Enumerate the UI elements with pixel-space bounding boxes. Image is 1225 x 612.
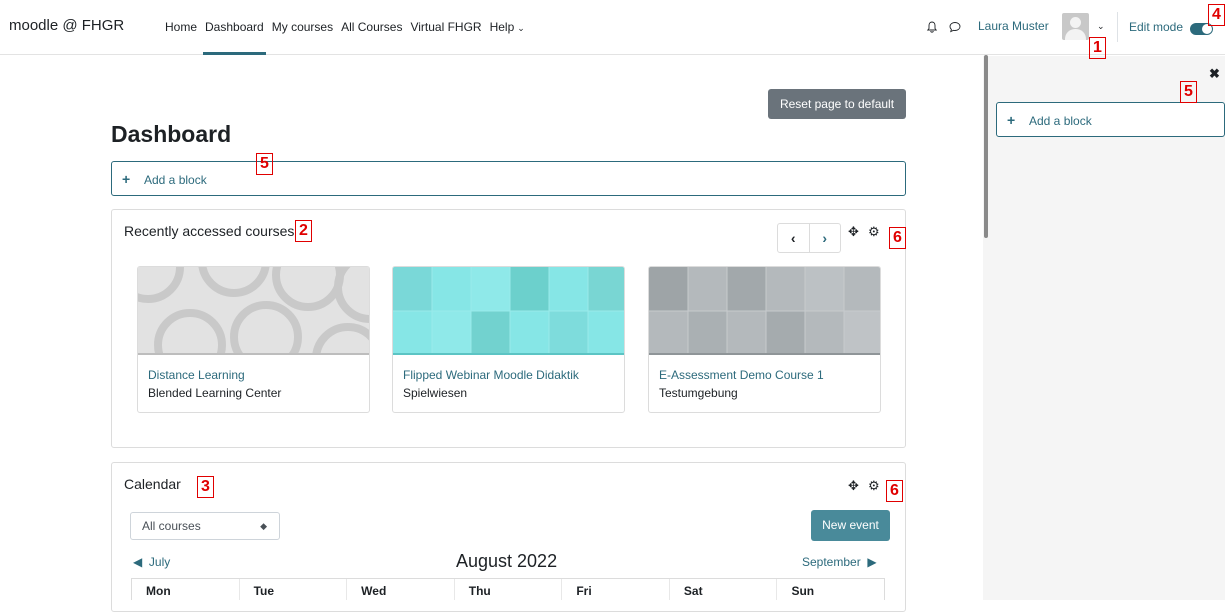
block-drawer <box>983 56 1225 600</box>
add-block-label: Add a block <box>144 173 207 187</box>
select-arrows-icon: ◆ <box>260 521 267 531</box>
reset-page-button[interactable]: Reset page to default <box>768 89 906 119</box>
avatar[interactable] <box>1062 13 1089 40</box>
calendar-title: Calendar <box>124 476 181 492</box>
navbar-divider <box>1117 12 1118 42</box>
chat-bubble-icon[interactable] <box>949 21 961 33</box>
user-name[interactable]: Laura Muster <box>978 19 1049 33</box>
nav-home[interactable]: Home <box>161 0 201 55</box>
recent-courses-title: Recently accessed courses <box>124 223 295 239</box>
gear-icon[interactable]: ⚙ <box>868 224 880 240</box>
callout-marker: 4 <box>1208 4 1225 26</box>
arrow-left-icon: ◀ <box>133 555 143 569</box>
course-filter-select[interactable]: All courses ◆ <box>130 512 280 540</box>
nav-my-courses-label: My courses <box>271 20 334 34</box>
primary-navigation: Home Dashboard My courses All Courses Vi… <box>161 0 529 55</box>
nav-home-label: Home <box>165 20 198 34</box>
course-card[interactable]: Distance Learning Blended Learning Cente… <box>137 266 370 413</box>
callout-marker: 5 <box>1180 81 1197 103</box>
callout-marker: 6 <box>889 227 906 249</box>
callout-marker: 5 <box>256 153 273 175</box>
prev-month-label: July <box>148 555 171 569</box>
weekday-label: Wed <box>346 579 454 600</box>
callout-marker: 2 <box>295 220 312 242</box>
arrow-right-icon: ▶ <box>867 555 877 569</box>
callout-marker: 6 <box>886 480 903 502</box>
chevron-down-icon: ⌄ <box>517 23 525 33</box>
next-month-link[interactable]: September ▶ <box>802 555 877 569</box>
course-image <box>138 267 369 355</box>
weekday-label: Mon <box>131 579 239 600</box>
nav-my-courses[interactable]: My courses <box>268 0 337 55</box>
weekday-label: Sun <box>776 579 886 600</box>
nav-dashboard[interactable]: Dashboard <box>201 0 268 55</box>
course-filter-value: All courses <box>142 519 201 533</box>
course-image <box>649 267 880 355</box>
weekday-label: Fri <box>561 579 669 600</box>
plus-icon: + <box>1007 112 1016 128</box>
course-card[interactable]: E-Assessment Demo Course 1 Testumgebung <box>648 266 881 413</box>
course-name[interactable]: Flipped Webinar Moodle Didaktik <box>403 368 579 382</box>
nav-help[interactable]: Help ⌄ <box>486 0 529 55</box>
course-category: Blended Learning Center <box>148 386 282 400</box>
weekday-label: Thu <box>453 579 562 600</box>
next-month-label: September <box>802 555 861 569</box>
chevron-right-icon[interactable]: › <box>808 224 841 252</box>
weekday-label: Tue <box>238 579 347 600</box>
callout-marker: 3 <box>197 476 214 498</box>
move-icon[interactable]: ✥ <box>848 224 859 240</box>
site-brand[interactable]: moodle @ FHGR <box>9 17 124 34</box>
scrollbar[interactable] <box>984 55 988 238</box>
chevron-left-icon[interactable]: ‹ <box>778 224 809 252</box>
close-drawer-icon[interactable]: ✖ <box>1209 66 1220 82</box>
drawer-add-block-label: Add a block <box>1029 114 1092 128</box>
add-block-button[interactable]: + Add a block <box>111 161 906 196</box>
nav-all-courses-label: All Courses <box>341 20 403 34</box>
drawer-add-block-button[interactable]: + Add a block <box>996 102 1225 137</box>
nav-virtual-fhgr-label: Virtual FHGR <box>410 20 482 34</box>
page-title: Dashboard <box>111 121 232 147</box>
bell-icon[interactable] <box>926 21 938 33</box>
course-pager: ‹ › <box>777 223 841 253</box>
course-name[interactable]: E-Assessment Demo Course 1 <box>659 368 824 382</box>
plus-icon: + <box>122 171 131 187</box>
user-menu-chevron-icon[interactable]: ⌄ <box>1097 21 1105 32</box>
nav-help-label: Help <box>489 20 515 34</box>
callout-marker: 1 <box>1089 37 1106 59</box>
weekday-label: Sat <box>668 579 777 600</box>
current-month: August 2022 <box>456 551 558 571</box>
calendar-weekday-header: Mon Tue Wed Thu Fri Sat Sun <box>131 578 886 600</box>
new-event-button[interactable]: New event <box>811 510 890 541</box>
course-category: Testumgebung <box>659 386 738 400</box>
move-icon[interactable]: ✥ <box>848 478 859 494</box>
nav-dashboard-label: Dashboard <box>205 20 264 34</box>
edit-mode-label: Edit mode <box>1129 20 1184 34</box>
prev-month-link[interactable]: ◀ July <box>133 555 170 569</box>
gear-icon[interactable]: ⚙ <box>868 478 880 494</box>
course-category: Spielwiesen <box>403 386 468 400</box>
course-card[interactable]: Flipped Webinar Moodle Didaktik Spielwie… <box>392 266 625 413</box>
course-name[interactable]: Distance Learning <box>148 368 245 382</box>
course-image <box>393 267 624 355</box>
nav-all-courses[interactable]: All Courses <box>337 0 406 55</box>
top-navbar: moodle @ FHGR Home Dashboard My courses … <box>0 0 1225 55</box>
nav-virtual-fhgr[interactable]: Virtual FHGR <box>406 0 485 55</box>
